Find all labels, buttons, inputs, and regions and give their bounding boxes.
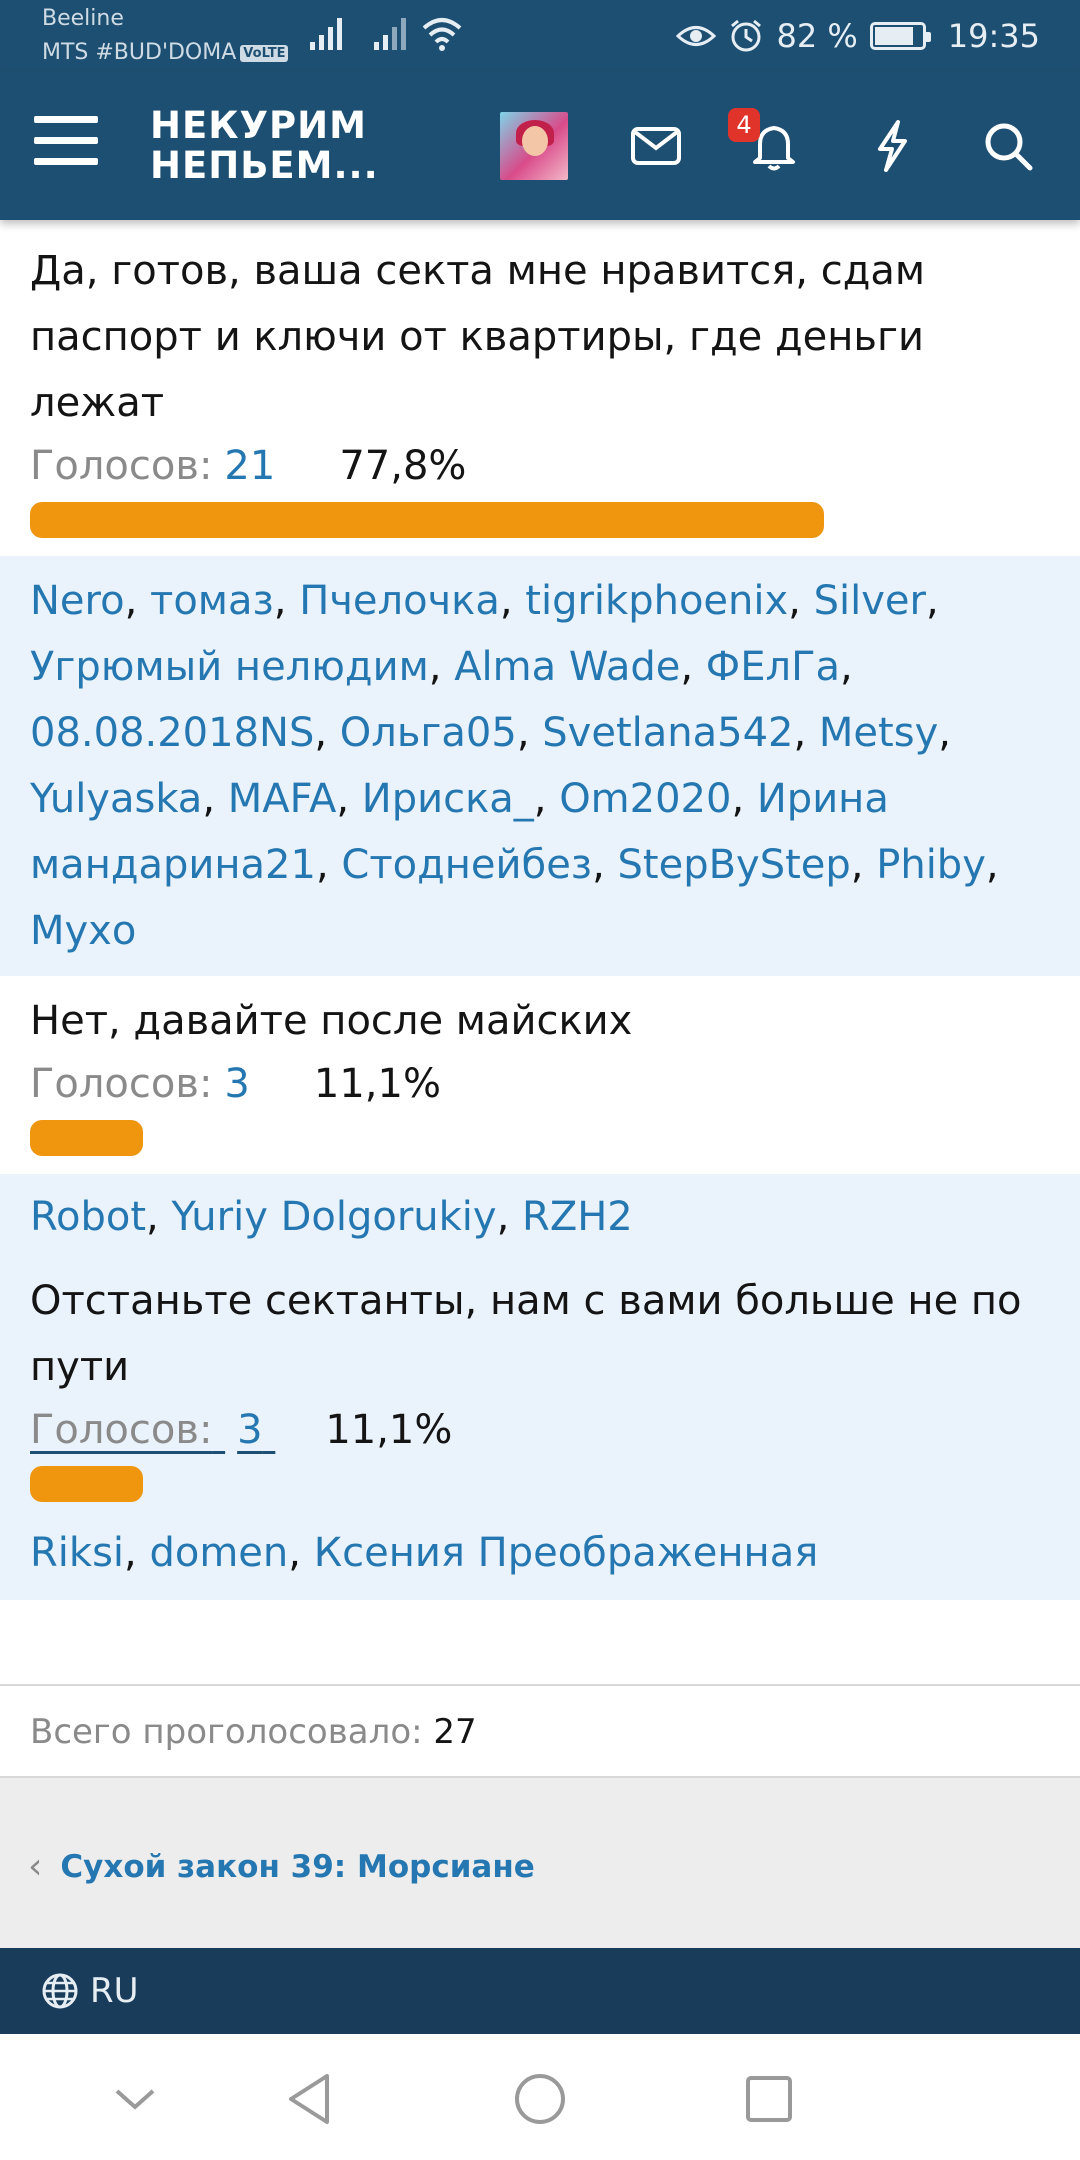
voter-link[interactable]: Угрюмый нелюдим <box>30 644 429 690</box>
prev-thread-link[interactable]: ‹ Сухой закон 39: Морсиане <box>28 1846 535 1887</box>
poll-option-text: Нет, давайте после майских <box>30 998 633 1044</box>
alarm-icon <box>731 19 762 52</box>
battery-fill <box>874 27 913 45</box>
avatar[interactable] <box>500 112 568 180</box>
prev-thread-title: Сухой закон 39: Морсиане <box>60 1848 535 1885</box>
votes-row: Голосов: 3 11,1% <box>30 1400 1050 1460</box>
voters-list: Robot, Yuriy Dolgorukiy, RZH2 <box>0 1174 1080 1264</box>
battery-icon <box>869 22 931 50</box>
vote-bar <box>30 1466 144 1502</box>
total-votes: Всего проголосовало: 27 <box>0 1684 1080 1778</box>
poll-option: Да, готов, ваша секта мне нравится, сдам… <box>0 220 1080 556</box>
voter-link[interactable]: Ириска_ <box>362 776 534 822</box>
voter-link[interactable]: Ксения Преображенная <box>314 1530 819 1576</box>
voter-link[interactable]: Om2020 <box>559 776 731 822</box>
votes-count[interactable]: 21 <box>224 443 275 489</box>
votes-percent: 77,8% <box>339 443 467 489</box>
notification-badge: 4 <box>728 108 760 142</box>
voter-link[interactable]: Silver <box>814 578 926 624</box>
voters-list: Nero, томаз, Пчелочка, tigrikphoenix, Si… <box>0 556 1080 976</box>
back-icon[interactable] <box>275 2064 345 2134</box>
carrier-secondary: MTS #BUD'DOMA VoLTE <box>42 40 289 65</box>
search-icon[interactable] <box>974 112 1042 180</box>
poll-option-text: Да, готов, ваша секта мне нравится, сдам… <box>30 248 926 426</box>
total-count: 27 <box>433 1712 477 1752</box>
voter-link[interactable]: Nero <box>30 578 125 624</box>
votes-percent: 11,1% <box>325 1407 453 1453</box>
poll-option: Нет, давайте после майских Голосов: 3 11… <box>0 976 1080 1174</box>
votes-label: Голосов: <box>30 1407 213 1453</box>
voter-link[interactable]: MAFA <box>228 776 337 822</box>
carrier-secondary-name: MTS #BUD'DOMA <box>42 40 237 65</box>
voter-link[interactable]: Robot <box>30 1194 146 1240</box>
signal-icon-2 <box>374 18 406 50</box>
signal-icon <box>310 18 342 50</box>
hamburger-icon[interactable] <box>34 116 98 172</box>
poll-lower-block: Robot, Yuriy Dolgorukiy, RZH2 Отстаньте … <box>0 1174 1080 1600</box>
volte-badge: VoLTE <box>240 44 289 62</box>
poll-results: Да, готов, ваша секта мне нравится, сдам… <box>0 220 1080 1600</box>
voter-link[interactable]: RZH2 <box>522 1194 633 1240</box>
globe-icon <box>42 1973 78 2009</box>
votes-row: Голосов: 21 77,8% <box>30 436 1050 496</box>
language-selector[interactable]: RU <box>90 1971 139 2011</box>
vote-bar <box>30 1120 144 1156</box>
voter-link[interactable]: tigrikphoenix <box>525 578 788 624</box>
footer: RU <box>0 1948 1080 2034</box>
carrier-primary: Beeline <box>42 6 124 31</box>
votes-row: Голосов: 3 11,1% <box>30 1054 1050 1114</box>
voter-link[interactable]: Alma Wade <box>454 644 680 690</box>
voter-link[interactable]: Стоднейбез <box>341 842 592 888</box>
battery-percent: 82 % <box>776 17 858 55</box>
voter-link[interactable]: Пчелочка <box>299 578 500 624</box>
votes-label: Голосов: <box>30 443 213 489</box>
votes-percent: 11,1% <box>313 1061 441 1107</box>
app-header: НЕКУРИМ НЕПЬЕМ... 4 <box>0 72 1080 220</box>
poll-option-text: Отстаньте сектанты, нам с вами больше не… <box>30 1278 1022 1390</box>
poll-option: Отстаньте сектанты, нам с вами больше не… <box>0 1264 1080 1520</box>
voter-link[interactable]: томаз <box>150 578 274 624</box>
eye-icon <box>676 26 717 46</box>
voter-link[interactable]: Мухо <box>30 908 136 954</box>
voter-link[interactable]: Svetlana542 <box>542 710 793 756</box>
voter-link[interactable]: Metsy <box>819 710 938 756</box>
voter-link[interactable]: Phiby <box>876 842 986 888</box>
voter-link[interactable]: Yuriy Dolgorukiy <box>171 1194 496 1240</box>
site-logo[interactable]: НЕКУРИМ НЕПЬЕМ... <box>150 106 379 186</box>
status-right: 82 % 19:35 <box>676 14 1040 58</box>
voter-link[interactable]: Ольга05 <box>340 710 517 756</box>
status-bar: Beeline MTS #BUD'DOMA VoLTE 82 % 19:35 <box>0 0 1080 72</box>
mail-icon[interactable] <box>622 112 690 180</box>
voter-link[interactable]: StepByStep <box>618 842 851 888</box>
chevron-down-icon[interactable] <box>100 2064 170 2134</box>
logo-line-1: НЕКУРИМ <box>150 104 367 147</box>
wifi-icon <box>422 18 462 51</box>
voter-link[interactable]: ФЕлГа <box>706 644 840 690</box>
home-icon[interactable] <box>505 2064 575 2134</box>
voter-link[interactable]: domen <box>149 1530 288 1576</box>
voter-link[interactable]: 08.08.2018NS <box>30 710 314 756</box>
votes-link[interactable]: Голосов: 3 <box>30 1407 289 1453</box>
total-label: Всего проголосовало: <box>30 1712 423 1752</box>
lightning-icon[interactable] <box>858 112 926 180</box>
vote-bar <box>30 502 824 538</box>
voter-link[interactable]: Yulyaska <box>30 776 202 822</box>
system-navigation-bar <box>0 2034 1080 2160</box>
clock: 19:35 <box>947 17 1040 55</box>
votes-count[interactable]: 3 <box>224 1061 249 1107</box>
recents-icon[interactable] <box>734 2064 804 2134</box>
votes-count: 3 <box>237 1407 263 1453</box>
voter-link[interactable]: Riksi <box>30 1530 124 1576</box>
voters-list: Riksi, domen, Ксения Преображенная <box>0 1520 1080 1600</box>
logo-line-2: НЕПЬЕМ... <box>150 144 379 187</box>
chevron-left-icon: ‹ <box>28 1846 43 1887</box>
thread-navigation: ‹ Сухой закон 39: Морсиане <box>0 1778 1080 1948</box>
votes-label: Голосов: <box>30 1061 213 1107</box>
